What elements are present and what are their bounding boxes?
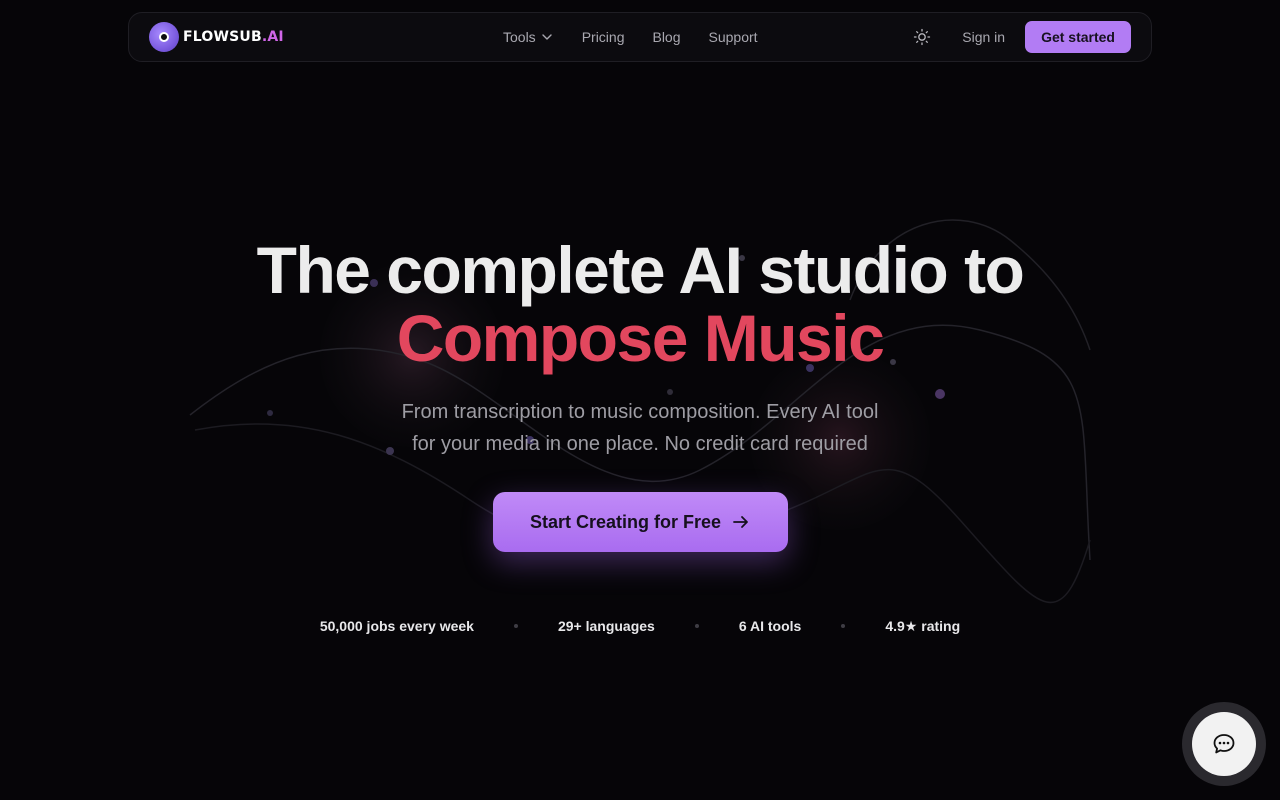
- nav-item-support[interactable]: Support: [709, 29, 758, 45]
- chat-widget: [1182, 702, 1266, 786]
- open-chat-button[interactable]: [1192, 712, 1256, 776]
- nav-item-pricing[interactable]: Pricing: [582, 29, 625, 45]
- hero-subtitle-line1: From transcription to music composition.…: [401, 401, 879, 423]
- hero-subtitle-line2: for your media in one place. No credit c…: [412, 433, 868, 455]
- hero-title: The complete AI studio to Compose Music: [0, 236, 1280, 372]
- sun-icon: [914, 28, 931, 46]
- landing-page: FLOWSUB.AI Tools Pricing Blog Support Si…: [0, 0, 1280, 800]
- theme-toggle-button[interactable]: [906, 21, 938, 53]
- hero-title-line1: The complete AI studio to: [256, 233, 1025, 307]
- hero-subtitle: From transcription to music composition.…: [0, 396, 1280, 460]
- nav-item-blog[interactable]: Blog: [652, 29, 680, 45]
- brand-name: FLOWSUB.AI: [183, 29, 284, 45]
- stat-separator: [841, 624, 846, 628]
- start-creating-button[interactable]: Start Creating for Free: [493, 492, 788, 552]
- brand-logo[interactable]: FLOWSUB.AI: [149, 22, 284, 52]
- flowsub-logo-icon: [149, 22, 179, 52]
- stat-separator: [513, 624, 518, 628]
- nav-item-label: Pricing: [581, 29, 625, 45]
- get-started-button[interactable]: Get started: [1025, 21, 1131, 53]
- nav-actions: Sign in Get started: [906, 13, 1131, 61]
- stat-languages: 29+ languages: [557, 618, 655, 634]
- stat-jobs: 50,000 jobs every week: [319, 618, 474, 634]
- top-navbar: FLOWSUB.AI Tools Pricing Blog Support Si…: [128, 12, 1152, 62]
- stat-tools: 6 AI tools: [738, 618, 802, 634]
- chat-bubble-icon: [1213, 734, 1235, 754]
- nav-item-tools[interactable]: Tools: [503, 29, 554, 45]
- nav-item-label: Tools: [503, 29, 536, 45]
- hero-title-accent: Compose Music: [396, 301, 885, 375]
- stat-rating: 4.9★ rating: [885, 617, 961, 634]
- nav-item-label: Support: [708, 29, 758, 45]
- stats-row: 50,000 jobs every week 29+ languages 6 A…: [0, 616, 1280, 636]
- stat-separator: [694, 624, 699, 628]
- chevron-down-icon: [541, 34, 552, 40]
- nav-item-label: Blog: [652, 29, 681, 45]
- sign-in-link[interactable]: Sign in: [962, 29, 1005, 45]
- start-creating-label: Start Creating for Free: [529, 511, 722, 532]
- arrow-right-icon: [733, 516, 748, 528]
- nav-links: Tools Pricing Blog Support: [503, 13, 758, 61]
